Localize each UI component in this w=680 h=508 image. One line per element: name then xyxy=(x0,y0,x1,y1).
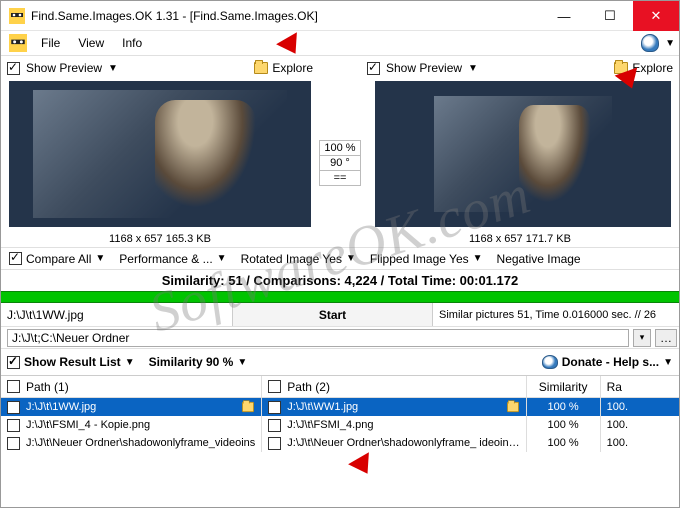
annotation-arrow xyxy=(348,452,378,480)
compare-all-option[interactable]: Compare All▼ xyxy=(5,252,109,266)
menu-info[interactable]: Info xyxy=(114,34,150,52)
preview-right-pane: Show Preview ▼ Explore 1168 x 657 171.7 … xyxy=(361,57,679,247)
menu-file[interactable]: File xyxy=(33,34,68,52)
explore-left-button[interactable]: Explore xyxy=(272,61,313,75)
start-button[interactable]: Start xyxy=(233,303,433,326)
path1-cell[interactable]: J:\J\t\1WW.jpg xyxy=(26,401,96,413)
path1-cell[interactable]: J:\J\t\Neuer Ordner\shadowonlyframe_vide… xyxy=(26,437,255,449)
title-bar: Find.Same.Images.OK 1.31 - [Find.Same.Im… xyxy=(1,1,679,31)
header-similarity[interactable]: Similarity xyxy=(539,380,588,394)
rotation-value: 90 ° xyxy=(319,155,361,171)
folder-icon[interactable] xyxy=(507,402,519,412)
show-preview-left-checkbox[interactable] xyxy=(7,62,20,75)
progress-bar xyxy=(1,291,679,303)
close-button[interactable]: ✕ xyxy=(633,1,679,31)
ra-cell: 100. xyxy=(607,401,628,413)
folder-icon xyxy=(254,62,268,74)
ra-cell: 100. xyxy=(607,437,628,449)
menu-view[interactable]: View xyxy=(70,34,112,52)
col-ra: Ra 100. 100. 100. xyxy=(601,376,679,452)
browse-button[interactable]: … xyxy=(655,329,677,347)
chevron-down-icon[interactable]: ▼ xyxy=(108,63,118,74)
current-file-path: J:\J\t\1WW.jpg xyxy=(1,303,233,326)
options-bar: Compare All▼ Performance & ...▼ Rotated … xyxy=(1,247,679,269)
preview-compare-info: 100 % 90 ° == xyxy=(319,57,361,247)
col-path2: Path (2) J:\J\t\WW1.jpg J:\J\t\FSMI_4.png… xyxy=(262,376,526,452)
window-title: Find.Same.Images.OK 1.31 - [Find.Same.Im… xyxy=(31,9,541,23)
preview-left-pane: Show Preview ▼ Explore 1168 x 657 165.3 … xyxy=(1,57,319,247)
zoom-value: 100 % xyxy=(319,140,361,156)
donate-icon[interactable] xyxy=(641,34,659,52)
path1-cell[interactable]: J:\J\t\FSMI_4 - Kopie.png xyxy=(26,419,150,431)
select-all-path2[interactable] xyxy=(268,380,281,393)
row-checkbox[interactable] xyxy=(7,419,20,432)
header-path2[interactable]: Path (2) xyxy=(287,380,330,394)
header-path1[interactable]: Path (1) xyxy=(26,380,69,394)
similarity-threshold-option[interactable]: Similarity 90 %▼ xyxy=(149,355,248,369)
app-menu-icon[interactable] xyxy=(9,34,27,52)
folder-icon xyxy=(614,62,628,74)
ra-cell: 100. xyxy=(607,419,628,431)
preview-left-info: 1168 x 657 165.3 KB xyxy=(1,229,319,247)
folder-icon[interactable] xyxy=(242,402,254,412)
equal-indicator: == xyxy=(319,170,361,186)
status-text: Similar pictures 51, Time 0.016000 sec. … xyxy=(433,303,679,326)
donate-option[interactable]: Donate - Help s...▼ xyxy=(542,355,673,369)
cup-icon xyxy=(542,355,558,369)
similarity-cell: 100 % xyxy=(548,437,579,449)
control-row: J:\J\t\1WW.jpg Start Similar pictures 51… xyxy=(1,303,679,327)
preview-image-left[interactable] xyxy=(9,81,311,227)
flipped-option[interactable]: Flipped Image Yes▼ xyxy=(366,252,487,266)
scan-path-input[interactable] xyxy=(7,329,629,347)
menu-bar: File View Info ▼ xyxy=(1,31,679,55)
show-result-list-option[interactable]: Show Result List▼ xyxy=(7,355,135,369)
chevron-down-icon[interactable]: ▼ xyxy=(468,63,478,74)
header-ra[interactable]: Ra xyxy=(607,380,622,394)
scan-path-row: ▾ … xyxy=(1,327,679,349)
chevron-down-icon[interactable]: ▼ xyxy=(665,38,675,49)
preview-image-right[interactable] xyxy=(375,81,671,227)
col-path1: Path (1) J:\J\t\1WW.jpg J:\J\t\FSMI_4 - K… xyxy=(1,376,262,452)
minimize-button[interactable]: — xyxy=(541,1,587,31)
result-options: Show Result List▼ Similarity 90 %▼ Donat… xyxy=(1,349,679,375)
row-checkbox[interactable] xyxy=(7,401,20,414)
similarity-cell: 100 % xyxy=(548,419,579,431)
similarity-cell: 100 % xyxy=(548,401,579,413)
row-checkbox[interactable] xyxy=(7,437,20,450)
performance-option[interactable]: Performance & ...▼ xyxy=(115,252,230,266)
path2-cell[interactable]: J:\J\t\FSMI_4.png xyxy=(287,419,373,431)
row-checkbox[interactable] xyxy=(268,401,281,414)
preview-area: Show Preview ▼ Explore 1168 x 657 165.3 … xyxy=(1,57,679,247)
preview-right-info: 1168 x 657 171.7 KB xyxy=(361,229,679,247)
show-preview-right-label: Show Preview xyxy=(386,61,462,75)
app-icon xyxy=(9,8,25,24)
explore-right-button[interactable]: Explore xyxy=(632,61,673,75)
select-all-path1[interactable] xyxy=(7,380,20,393)
negative-option[interactable]: Negative Image xyxy=(493,252,585,266)
summary-text: Similarity: 51 / Comparisons: 4,224 / To… xyxy=(1,269,679,291)
results-table: Path (1) J:\J\t\1WW.jpg J:\J\t\FSMI_4 - K… xyxy=(1,375,679,452)
row-checkbox[interactable] xyxy=(268,419,281,432)
show-preview-right-checkbox[interactable] xyxy=(367,62,380,75)
path2-cell[interactable]: J:\J\t\Neuer Ordner\shadowonlyframe_ ide… xyxy=(287,437,519,449)
path2-cell[interactable]: J:\J\t\WW1.jpg xyxy=(287,401,358,413)
show-preview-left-label: Show Preview xyxy=(26,61,102,75)
col-similarity: Similarity 100 % 100 % 100 % xyxy=(527,376,601,452)
row-checkbox[interactable] xyxy=(268,437,281,450)
path-dropdown[interactable]: ▾ xyxy=(633,329,651,347)
maximize-button[interactable]: ☐ xyxy=(587,1,633,31)
rotated-option[interactable]: Rotated Image Yes▼ xyxy=(237,252,360,266)
